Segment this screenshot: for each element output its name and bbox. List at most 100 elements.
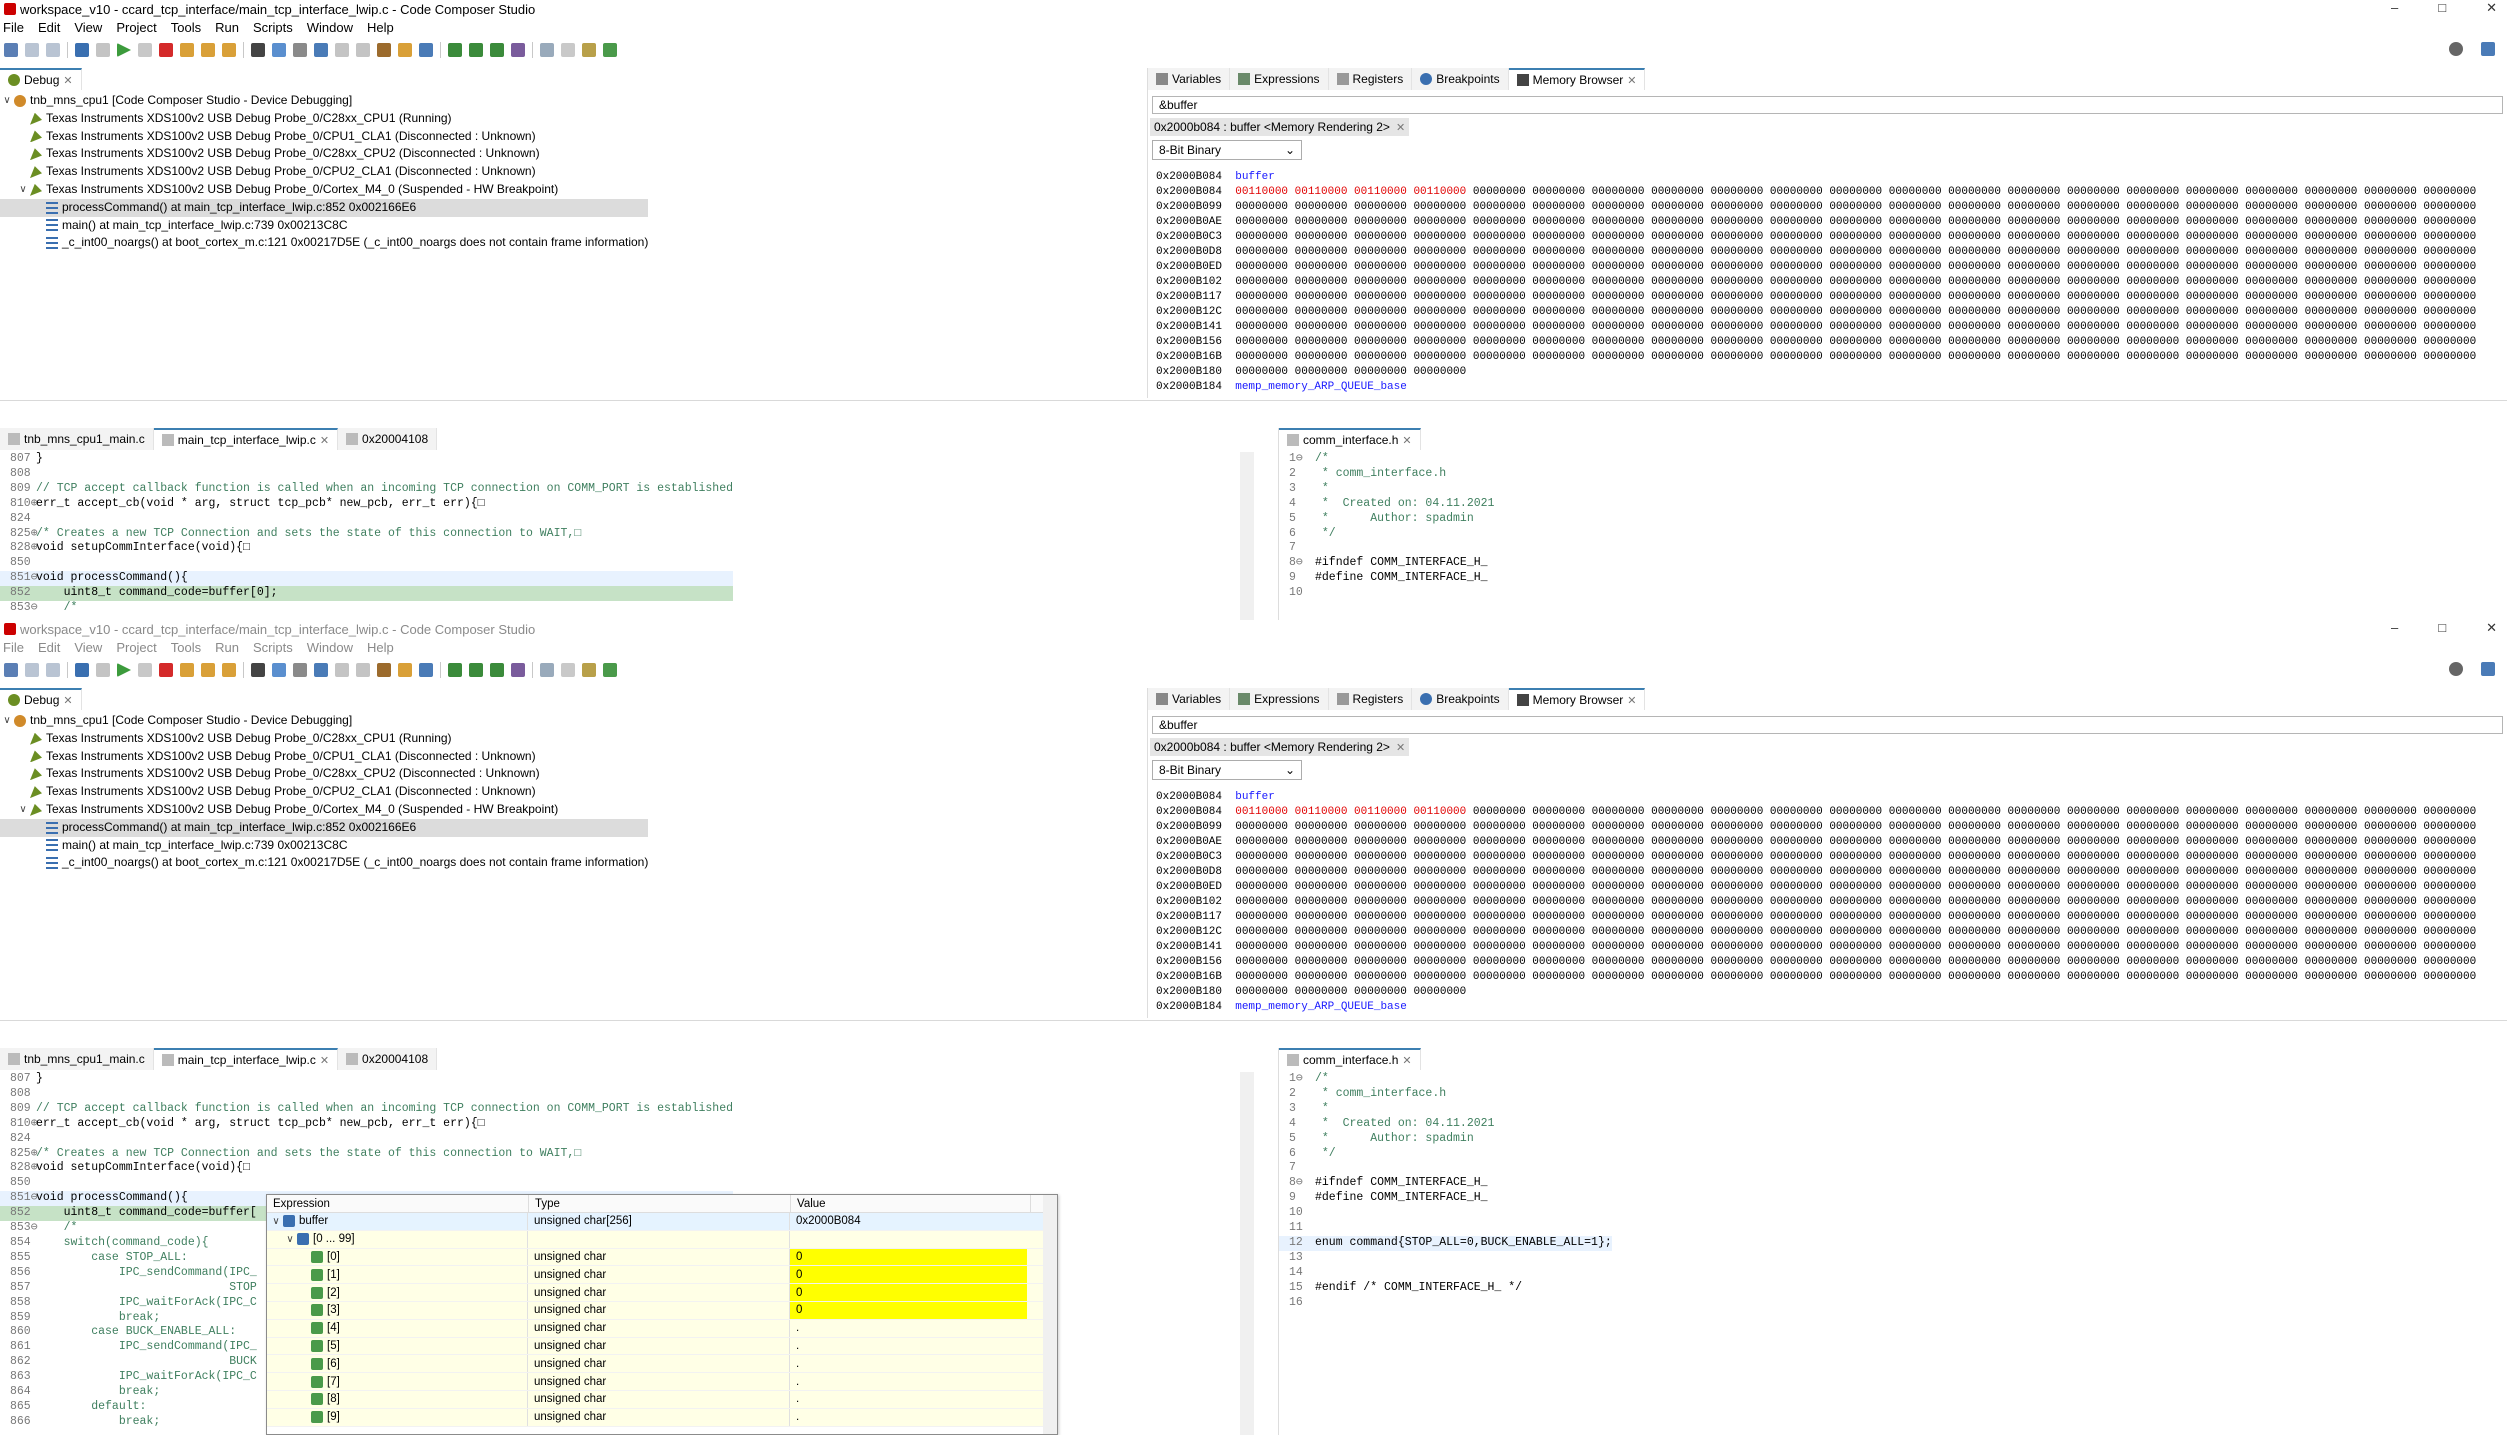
debug-tree-item[interactable]: Texas Instruments XDS100v2 USB Debug Pro… [0, 783, 648, 801]
tab-registers[interactable]: Registers [1328, 68, 1413, 90]
debug-tree-item[interactable]: Texas Instruments XDS100v2 USB Debug Pro… [0, 145, 648, 163]
code-line[interactable]: 6 */ [1279, 527, 1494, 542]
suspend-icon[interactable] [138, 663, 152, 677]
memory-address-input[interactable]: &buffer [1152, 716, 2503, 734]
external-tools-icon[interactable] [511, 663, 525, 677]
code-line[interactable]: 9 #define COMM_INTERFACE_H_ [1279, 571, 1494, 586]
hover-row[interactable]: [2] unsigned char 0 [267, 1284, 1057, 1302]
hover-value[interactable]: . [789, 1373, 1027, 1390]
code-line[interactable]: 2 * comm_interface.h [1279, 467, 1494, 482]
hover-row[interactable]: [4] unsigned char. [267, 1319, 1057, 1338]
code-line[interactable]: 10 [1279, 586, 1494, 601]
hover-expression-cell[interactable]: [7] [267, 1375, 527, 1388]
save-all-icon[interactable] [46, 663, 60, 677]
debug-tree-item[interactable]: main() at main_tcp_interface_lwip.c:739 … [0, 837, 648, 855]
memory-row[interactable]: 0x2000B0C3 00000000 00000000 00000000 00… [1156, 850, 2476, 865]
hover-row[interactable]: [7] unsigned char. [267, 1373, 1057, 1391]
step-return-icon[interactable] [222, 663, 236, 677]
memory-row[interactable]: 0x2000B180 00000000 00000000 00000000 00… [1156, 985, 2476, 1000]
profile-icon[interactable] [490, 663, 504, 677]
load-program-icon[interactable] [314, 663, 328, 677]
step-into-icon[interactable] [180, 663, 194, 677]
close-icon[interactable]: ✕ [1396, 121, 1405, 134]
memory-row[interactable]: 0x2000B156 00000000 00000000 00000000 00… [1156, 335, 2476, 350]
build-icon[interactable] [377, 663, 391, 677]
step-return-icon[interactable] [222, 43, 236, 57]
column-header-type[interactable]: Type [529, 1195, 791, 1212]
search-icon[interactable] [540, 43, 554, 57]
menu-tools[interactable]: Tools [164, 640, 208, 655]
debug-tree-item[interactable]: Texas Instruments XDS100v2 USB Debug Pro… [0, 765, 648, 783]
step-over-icon[interactable] [201, 663, 215, 677]
connect-icon[interactable] [272, 663, 286, 677]
tab-variables[interactable]: Variables [1148, 688, 1231, 710]
terminal-icon[interactable] [603, 663, 617, 677]
chevron-down-icon[interactable]: ∨ [18, 181, 28, 199]
tab-expressions[interactable]: Expressions [1230, 688, 1329, 710]
code-line[interactable]: 824 [0, 512, 733, 527]
tab-debug[interactable]: Debug ✕ [0, 688, 82, 710]
minimize-button[interactable]: – [2391, 0, 2398, 16]
memory-address-input[interactable]: &buffer [1152, 96, 2503, 114]
load-program-icon[interactable] [314, 43, 328, 57]
debug-tree-item[interactable]: processCommand() at main_tcp_interface_l… [0, 818, 649, 837]
code-line[interactable]: 8⊖ #ifndef COMM_INTERFACE_H_ [1279, 1176, 1612, 1191]
menu-file[interactable]: File [0, 640, 31, 655]
chevron-down-icon[interactable]: ∨ [2, 712, 12, 730]
debug-tree-item[interactable]: processCommand() at main_tcp_interface_l… [0, 198, 649, 217]
tab-memory-browser[interactable]: Memory Browser ✕ [1508, 688, 1646, 710]
resume-icon[interactable] [117, 663, 131, 677]
debug-tree-item[interactable]: _c_int00_noargs() at boot_cortex_m.c:121… [0, 234, 648, 252]
minimize-button[interactable]: – [2391, 620, 2398, 636]
code-line[interactable]: 2 * comm_interface.h [1279, 1087, 1612, 1102]
hover-row[interactable]: [5] unsigned char. [267, 1337, 1057, 1356]
close-icon[interactable]: ✕ [1402, 434, 1411, 447]
step-icon[interactable] [96, 663, 110, 677]
memory-row[interactable]: 0x2000B084 buffer [1156, 170, 2476, 185]
scrollbar[interactable] [1240, 452, 1254, 620]
memory-row[interactable]: 0x2000B16B 00000000 00000000 00000000 00… [1156, 970, 2476, 985]
code-line[interactable]: 5 * Author: spadmin [1279, 512, 1494, 527]
hover-value[interactable]: 0 [789, 1301, 1027, 1319]
hover-value[interactable]: . [789, 1408, 1027, 1426]
hover-expression-cell[interactable]: [4] [267, 1322, 527, 1335]
code-line[interactable]: 810⊕err_t accept_cb(void * arg, struct t… [0, 1117, 733, 1132]
sash[interactable] [0, 1020, 2507, 1021]
code-line[interactable]: 850 [0, 556, 733, 571]
menu-help[interactable]: Help [360, 640, 401, 655]
step-over-icon[interactable] [201, 43, 215, 57]
chevron-down-icon[interactable]: ∨ [271, 1216, 281, 1227]
maximize-button[interactable]: □ [2438, 0, 2446, 16]
new-icon[interactable] [4, 43, 18, 57]
disconnect-icon[interactable] [293, 43, 307, 57]
hover-row[interactable]: ∨ buffer unsigned char[256] 0x2000B084 [267, 1213, 1057, 1231]
hover-expression-cell[interactable]: [5] [267, 1339, 527, 1352]
debug-icon[interactable] [398, 43, 412, 57]
search-icon[interactable] [2449, 662, 2463, 676]
tab-breakpoints[interactable]: Breakpoints [1412, 688, 1509, 710]
memory-row[interactable]: 0x2000B0D8 00000000 00000000 00000000 00… [1156, 245, 2476, 260]
debug-tree-item[interactable]: Texas Instruments XDS100v2 USB Debug Pro… [0, 748, 648, 766]
memory-row[interactable]: 0x2000B12C 00000000 00000000 00000000 00… [1156, 925, 2476, 940]
code-line[interactable]: 3 * [1279, 482, 1494, 497]
memory-row[interactable]: 0x2000B141 00000000 00000000 00000000 00… [1156, 940, 2476, 955]
memory-rendering-tab[interactable]: 0x2000b084 : buffer <Memory Rendering 2>… [1150, 118, 1410, 136]
save-all-icon[interactable] [46, 43, 60, 57]
tab-editor-file[interactable]: tnb_mns_cpu1_main.c [0, 1048, 154, 1070]
hover-expression-cell[interactable]: [8] [267, 1393, 527, 1406]
memory-row[interactable]: 0x2000B0ED 00000000 00000000 00000000 00… [1156, 880, 2476, 895]
memory-row[interactable]: 0x2000B184 memp_memory_ARP_QUEUE_base [1156, 1000, 2476, 1015]
hover-row[interactable]: [0] unsigned char 0 [267, 1248, 1057, 1267]
memory-row[interactable]: 0x2000B12C 00000000 00000000 00000000 00… [1156, 305, 2476, 320]
menu-window[interactable]: Window [300, 20, 360, 35]
code-line[interactable]: 7 [1279, 541, 1494, 556]
hover-expression-cell[interactable]: ∨ [0 ... 99] [267, 1233, 527, 1246]
code-line[interactable]: 8⊖ #ifndef COMM_INTERFACE_H_ [1279, 556, 1494, 571]
memory-row[interactable]: 0x2000B16B 00000000 00000000 00000000 00… [1156, 350, 2476, 365]
code-line[interactable]: 1⊖ /* [1279, 452, 1494, 467]
perspective-icon[interactable] [2481, 42, 2495, 56]
memory-row[interactable]: 0x2000B102 00000000 00000000 00000000 00… [1156, 275, 2476, 290]
debug-tree-item[interactable]: Texas Instruments XDS100v2 USB Debug Pro… [0, 110, 648, 128]
hover-row[interactable]: ∨ [0 ... 99] [267, 1230, 1057, 1249]
code-line[interactable]: 807} [0, 452, 733, 467]
